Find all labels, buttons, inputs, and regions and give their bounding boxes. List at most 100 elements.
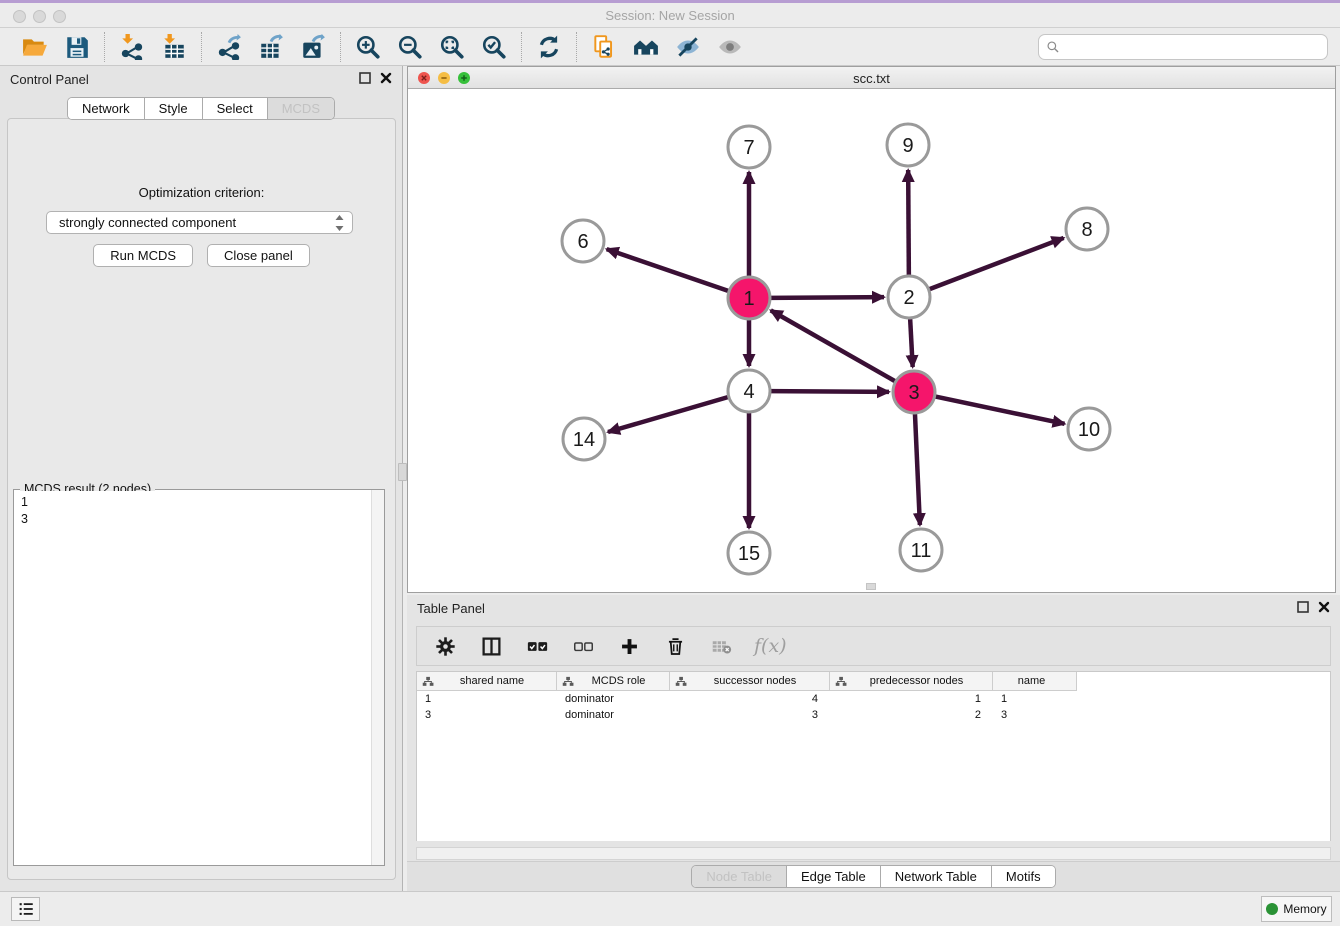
column-header-predecessor-nodes[interactable]: predecessor nodes — [830, 672, 993, 691]
search-input[interactable] — [1060, 40, 1327, 55]
tab-mcds[interactable]: MCDS — [268, 98, 334, 119]
deselect-all-columns-button[interactable] — [570, 633, 596, 659]
tab-motifs[interactable]: Motifs — [992, 866, 1055, 887]
checked-boxes-icon — [527, 636, 548, 657]
network-view-window: scc.txt 7 9 6 8 1 2 4 3 14 10 15 11 — [407, 66, 1336, 593]
edge-3-10[interactable] — [936, 397, 1065, 424]
open-session-button[interactable] — [18, 32, 52, 62]
table-settings-button[interactable] — [432, 633, 458, 659]
network-canvas[interactable]: 7 9 6 8 1 2 4 3 14 10 15 11 — [408, 89, 1335, 592]
panel-splitter-grip[interactable] — [398, 463, 407, 481]
tab-select[interactable]: Select — [203, 98, 268, 119]
criterion-dropdown[interactable]: strongly connected component — [46, 211, 353, 234]
home-layout-button[interactable] — [629, 32, 663, 62]
edge-4-14[interactable] — [608, 397, 728, 432]
zoom-out-button[interactable] — [393, 32, 427, 62]
column-header-name[interactable]: name — [993, 672, 1077, 691]
hide-selected-button[interactable] — [671, 32, 705, 62]
import-table-button[interactable] — [157, 32, 191, 62]
column-header-successor-nodes[interactable]: successor nodes — [670, 672, 830, 691]
graph-node-1[interactable]: 1 — [728, 277, 770, 319]
refresh-view-button[interactable] — [532, 32, 566, 62]
graph-node-14[interactable]: 14 — [563, 418, 605, 460]
column-header-shared-name[interactable]: shared name — [417, 672, 557, 691]
edge-3-1[interactable] — [771, 310, 895, 381]
edge-4-3[interactable] — [771, 391, 889, 392]
cell-MCDS-role[interactable]: dominator — [557, 691, 670, 707]
clone-network-icon — [591, 34, 617, 60]
graph-node-2[interactable]: 2 — [888, 276, 930, 318]
edge-2-3[interactable] — [910, 319, 913, 367]
edge-1-2[interactable] — [771, 297, 884, 298]
delete-table-button[interactable] — [708, 633, 734, 659]
memory-button[interactable]: Memory — [1261, 896, 1332, 922]
graph-node-15[interactable]: 15 — [728, 532, 770, 574]
node-label: 14 — [573, 429, 595, 451]
select-all-columns-button[interactable] — [524, 633, 550, 659]
tab-node-table[interactable]: Node Table — [692, 866, 787, 887]
network-graph[interactable]: 7 9 6 8 1 2 4 3 14 10 15 11 — [408, 89, 1335, 592]
zoom-in-icon — [355, 34, 381, 60]
cell-name[interactable]: 1 — [993, 691, 1077, 707]
node-table[interactable]: shared nameMCDS rolesuccessor nodesprede… — [416, 671, 1331, 841]
network-resize-grip[interactable] — [866, 583, 876, 590]
show-all-button[interactable] — [713, 32, 747, 62]
graph-node-11[interactable]: 11 — [900, 529, 942, 571]
import-network-button[interactable] — [115, 32, 149, 62]
edge-2-8[interactable] — [930, 238, 1064, 289]
export-table-button[interactable] — [254, 32, 288, 62]
float-panel-icon[interactable] — [359, 72, 371, 84]
export-network-button[interactable] — [212, 32, 246, 62]
graph-node-4[interactable]: 4 — [728, 370, 770, 412]
cell-predecessor-nodes[interactable]: 1 — [830, 691, 993, 707]
cell-successor-nodes[interactable]: 4 — [670, 691, 830, 707]
edge-2-9[interactable] — [908, 170, 909, 275]
result-scrollbar[interactable] — [371, 490, 384, 865]
network-window-titlebar[interactable]: scc.txt — [408, 67, 1335, 89]
close-panel-button[interactable]: Close panel — [207, 244, 310, 267]
tab-style[interactable]: Style — [145, 98, 203, 119]
cell-shared-name[interactable]: 3 — [417, 707, 557, 723]
delete-column-button[interactable] — [662, 633, 688, 659]
run-mcds-button[interactable]: Run MCDS — [93, 244, 193, 267]
table-horizontal-scrollbar[interactable] — [416, 847, 1331, 860]
control-panel: Control Panel NetworkStyleSelectMCDS Opt… — [0, 66, 403, 891]
graph-node-3[interactable]: 3 — [893, 371, 935, 413]
clone-network-button[interactable] — [587, 32, 621, 62]
refresh-icon — [536, 34, 562, 60]
main-toolbar — [0, 28, 1340, 66]
float-table-panel-icon[interactable] — [1297, 601, 1309, 613]
add-column-button[interactable] — [616, 633, 642, 659]
edge-3-11[interactable] — [915, 414, 920, 525]
save-session-button[interactable] — [60, 32, 94, 62]
graph-node-6[interactable]: 6 — [562, 220, 604, 262]
function-builder-button[interactable]: f(x) — [754, 635, 787, 657]
tab-edge-table[interactable]: Edge Table — [787, 866, 881, 887]
close-panel-icon[interactable] — [380, 72, 392, 84]
table-row[interactable]: 3dominator323 — [417, 707, 1330, 723]
cell-predecessor-nodes[interactable]: 2 — [830, 707, 993, 723]
graph-node-9[interactable]: 9 — [887, 124, 929, 166]
mcds-result-text[interactable]: 1 3 — [15, 491, 371, 864]
tab-network[interactable]: Network — [68, 98, 145, 119]
export-image-button[interactable] — [296, 32, 330, 62]
column-header-MCDS-role[interactable]: MCDS role — [557, 672, 670, 691]
table-row[interactable]: 1dominator411 — [417, 691, 1330, 707]
cell-successor-nodes[interactable]: 3 — [670, 707, 830, 723]
search-field[interactable] — [1038, 34, 1328, 60]
graph-node-10[interactable]: 10 — [1068, 408, 1110, 450]
graph-node-7[interactable]: 7 — [728, 126, 770, 168]
zoom-selected-button[interactable] — [477, 32, 511, 62]
cell-shared-name[interactable]: 1 — [417, 691, 557, 707]
zoom-fit-button[interactable] — [435, 32, 469, 62]
cell-MCDS-role[interactable]: dominator — [557, 707, 670, 723]
graph-node-8[interactable]: 8 — [1066, 208, 1108, 250]
cell-name[interactable]: 3 — [993, 707, 1077, 723]
zoom-in-button[interactable] — [351, 32, 385, 62]
task-history-button[interactable] — [11, 897, 40, 921]
edge-1-6[interactable] — [607, 249, 729, 291]
close-table-panel-icon[interactable] — [1318, 601, 1330, 613]
tab-network-table[interactable]: Network Table — [881, 866, 992, 887]
houses-icon — [633, 34, 659, 60]
split-columns-button[interactable] — [478, 633, 504, 659]
